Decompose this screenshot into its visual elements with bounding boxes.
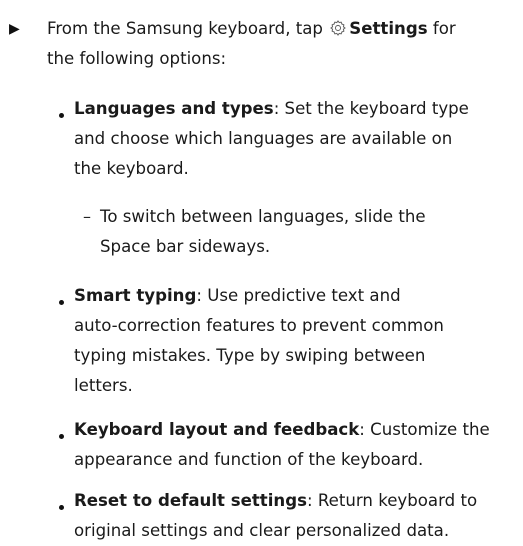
option-desc-line: auto-correction features to prevent comm… (74, 316, 444, 335)
option-title: Smart typing (74, 286, 197, 305)
option-desc-line: : Use predictive text and (196, 286, 401, 305)
dash-marker: – (83, 207, 91, 226)
option-smart-typing: Smart typing: Use predictive text and au… (0, 281, 523, 401)
sub-item-switch-languages: – To switch between languages, slide the… (0, 202, 523, 262)
intro-text-after: for (427, 19, 456, 38)
bullet-dot (59, 505, 64, 510)
option-languages-and-types: Languages and types: Set the keyboard ty… (0, 94, 523, 184)
option-desc-line: letters. (74, 376, 133, 395)
option-reset-to-default-settings: Reset to default settings: Return keyboa… (0, 486, 523, 546)
option-text: Smart typing: Use predictive text and au… (74, 281, 514, 401)
option-text: Keyboard layout and feedback: Customize … (74, 415, 514, 475)
option-desc-line: : Customize the (359, 420, 490, 439)
bullet-dot (59, 113, 64, 118)
settings-label: Settings (349, 19, 428, 38)
option-desc-line: and choose which languages are available… (74, 129, 453, 148)
option-desc-line: the keyboard. (74, 159, 189, 178)
option-title: Languages and types (74, 99, 274, 118)
sub-item-line: Space bar sideways. (100, 237, 271, 256)
bullet-dot (59, 434, 64, 439)
option-title: Reset to default settings (74, 491, 307, 510)
option-text: Languages and types: Set the keyboard ty… (74, 94, 514, 184)
gear-icon (329, 19, 347, 37)
triangle-right-icon: ▶ (9, 21, 20, 37)
intro-text-before: From the Samsung keyboard, tap (47, 19, 323, 38)
bullet-dot (59, 300, 64, 305)
sub-item-text: To switch between languages, slide the S… (100, 202, 500, 262)
step-intro: ▶ From the Samsung keyboard, tap Setting… (0, 14, 523, 74)
sub-item-line: To switch between languages, slide the (100, 207, 426, 226)
step-intro-text: From the Samsung keyboard, tap Settings … (47, 14, 517, 74)
intro-text-line2: the following options: (47, 49, 227, 68)
option-title: Keyboard layout and feedback (74, 420, 360, 439)
option-desc-line: original settings and clear personalized… (74, 521, 450, 540)
option-keyboard-layout-and-feedback: Keyboard layout and feedback: Customize … (0, 415, 523, 475)
option-desc-line: appearance and function of the keyboard. (74, 450, 424, 469)
option-desc-line: : Return keyboard to (307, 491, 478, 510)
instruction-page: ▶ From the Samsung keyboard, tap Setting… (0, 0, 523, 543)
option-text: Reset to default settings: Return keyboa… (74, 486, 514, 546)
option-desc-line: typing mistakes. Type by swiping between (74, 346, 426, 365)
option-desc-line: : Set the keyboard type (273, 99, 469, 118)
